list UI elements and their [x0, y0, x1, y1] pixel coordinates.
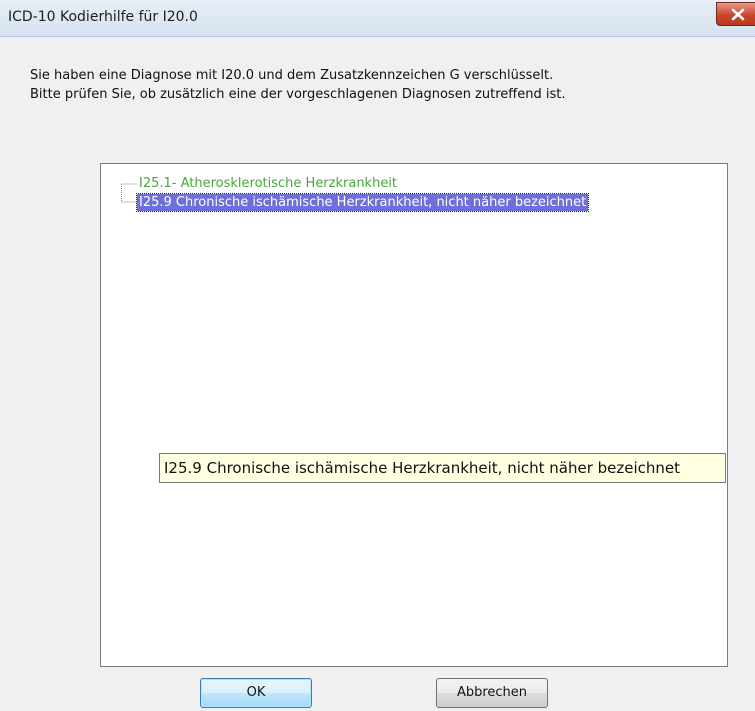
- tree-item-i25-9-selected[interactable]: I25.9 Chronische ischämische Herzkrankhe…: [135, 193, 590, 212]
- tree-item-i25-1[interactable]: I25.1- Atherosklerotische Herzkrankheit: [139, 175, 397, 192]
- tree-connector-lines: [121, 183, 137, 203]
- close-icon: [731, 8, 745, 21]
- ok-button[interactable]: OK: [200, 678, 312, 708]
- dialog-window: ICD-10 Kodierhilfe für I20.0 Sie haben e…: [0, 0, 755, 711]
- message-line-2: Bitte prüfen Sie, ob zusätzlich eine der…: [30, 87, 566, 102]
- close-button[interactable]: [716, 2, 755, 26]
- window-title: ICD-10 Kodierhilfe für I20.0: [8, 9, 198, 25]
- title-bar[interactable]: ICD-10 Kodierhilfe für I20.0: [0, 0, 755, 37]
- dialog-body: Sie haben eine Diagnose mit I20.0 und de…: [0, 37, 755, 711]
- tooltip: I25.9 Chronische ischämische Herzkrankhe…: [159, 453, 726, 483]
- message-line-1: Sie haben eine Diagnose mit I20.0 und de…: [30, 68, 554, 83]
- diagnosis-tree[interactable]: I25.1- Atherosklerotische Herzkrankheit …: [100, 163, 728, 667]
- cancel-button[interactable]: Abbrechen: [436, 678, 548, 708]
